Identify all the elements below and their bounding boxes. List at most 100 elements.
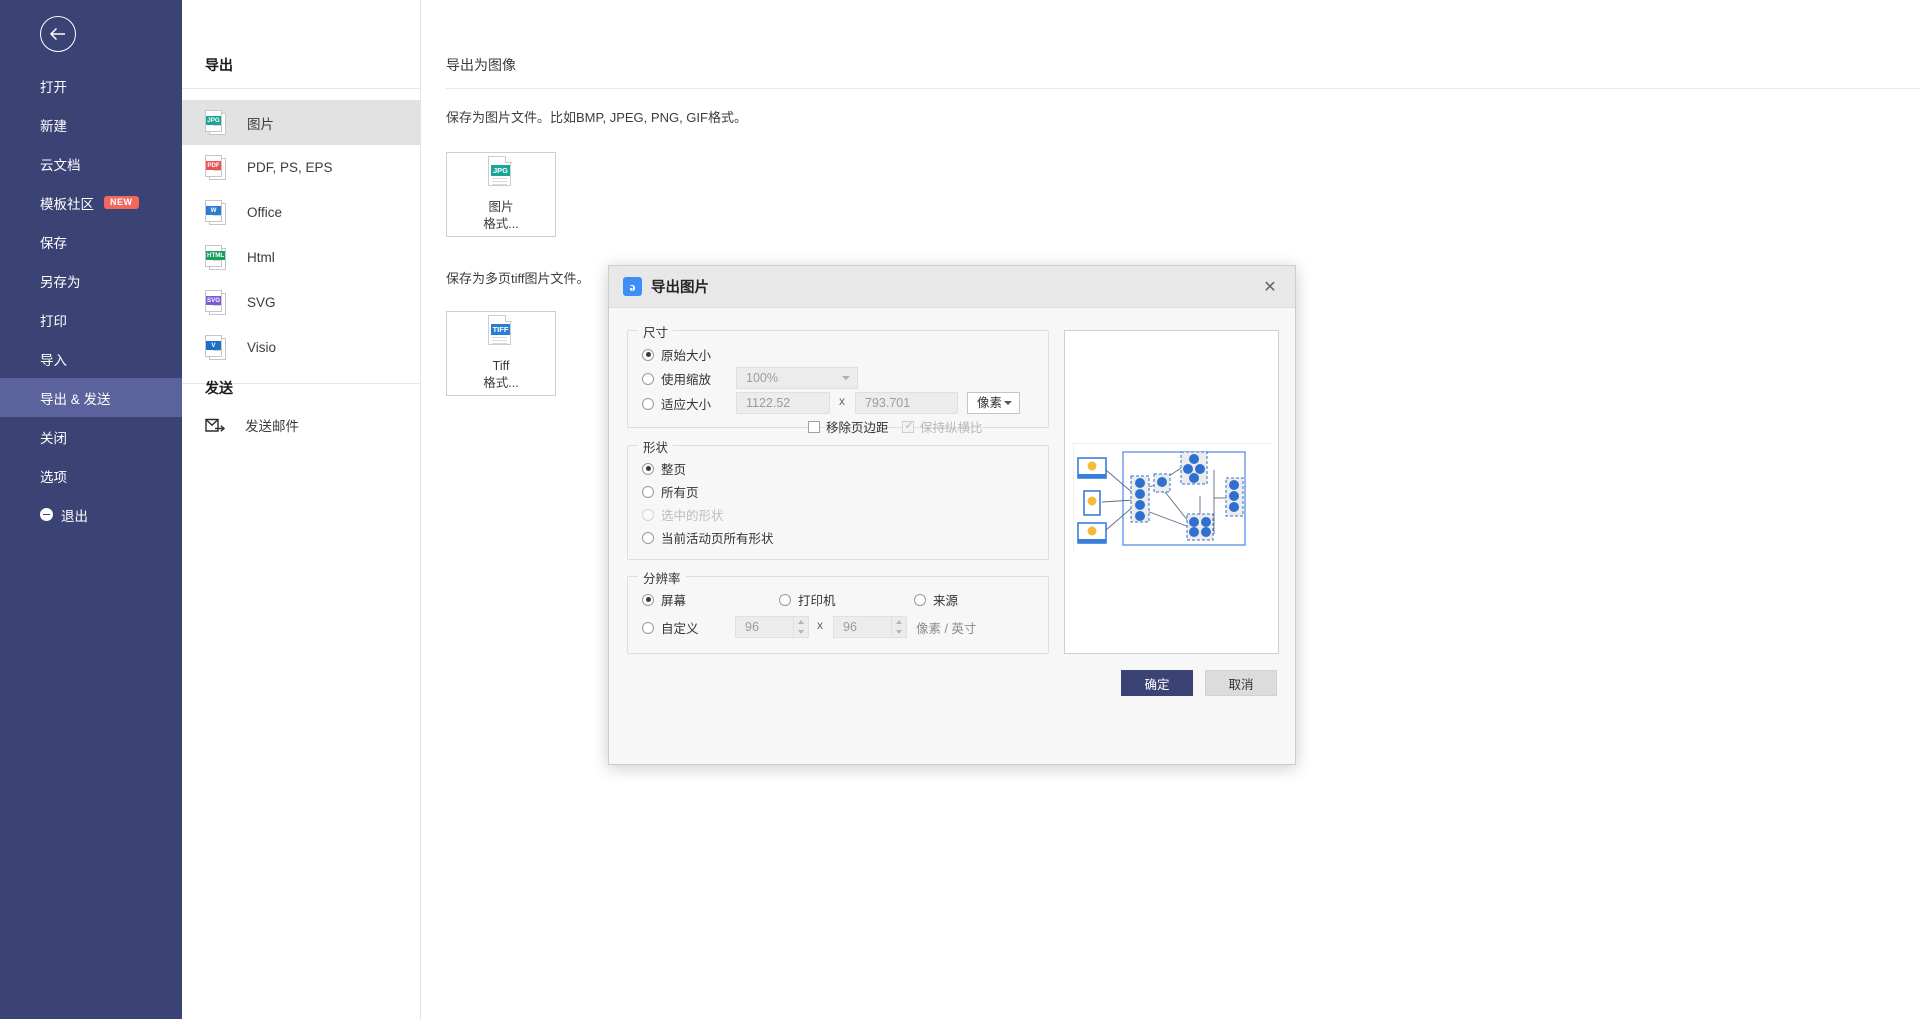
sidebar-item-print[interactable]: 打印 [0,300,182,339]
radio-icon[interactable] [642,593,654,606]
checkbox-keep-ratio: 保持纵横比 [902,417,983,436]
dialog-button-bar: 确定 取消 [609,670,1277,696]
back-arrow-icon [49,27,65,41]
export-format-label: Visio [247,340,277,355]
tiff-export-description: 保存为多页tiff图片文件。 [446,271,590,286]
export-format-item-visio[interactable]: V Visio [182,325,420,370]
radio-fit-size[interactable]: 适应大小 [642,394,711,413]
radio-original-size[interactable]: 原始大小 [642,345,711,364]
sidebar-item-label: 导入 [40,352,67,368]
size-fieldset: 尺寸 原始大小 使用缩放 100% 适应大小 1122.52 x 793.701… [627,322,1049,435]
sidebar-item-new[interactable]: 新建 [0,105,182,144]
sidebar-item-export-send[interactable]: 导出 & 发送 [0,378,182,417]
jpg-large-icon: JPG [486,156,516,190]
tiff-large-icon: TIFF [486,315,516,349]
format-tag: SVG [206,295,222,305]
radio-source[interactable]: 来源 [914,590,958,609]
sidebar-item-label: 打印 [40,313,67,329]
sidebar-item-label: 云文档 [40,157,81,173]
dialog-titlebar: ə 导出图片 ✕ [609,266,1295,308]
html-file-icon: HTML [205,244,227,271]
stepper-arrows[interactable] [891,617,906,637]
stepper-down-icon[interactable] [794,627,808,637]
app-logo-icon: ə [623,277,642,296]
radio-use-scale[interactable]: 使用缩放 [642,369,711,388]
sidebar-item-quit[interactable]: 退出 [0,495,182,534]
fit-width-input[interactable]: 1122.52 [736,392,830,414]
resolution-fieldset: 分辨率 屏幕 打印机 来源 自定义 96 x 96 像素 / 英寸 [627,568,1049,654]
sidebar-item-label: 关闭 [40,430,67,446]
radio-icon[interactable] [914,593,926,606]
radio-printer[interactable]: 打印机 [779,590,836,609]
sidebar-item-cloud-docs[interactable]: 云文档 [0,144,182,183]
radio-label: 适应大小 [661,398,712,412]
tile-line2: 格式... [483,217,519,231]
stepper-arrows[interactable] [793,617,808,637]
export-format-item-html[interactable]: HTML Html [182,235,420,280]
checkbox-label: 移除页边距 [826,421,889,435]
main-panel-title: 导出为图像 [446,57,516,73]
cancel-button[interactable]: 取消 [1205,670,1277,696]
sidebar-item-save[interactable]: 保存 [0,222,182,261]
sidebar-item-label: 选项 [40,469,67,485]
radio-active-page-shapes[interactable]: 当前活动页所有形状 [642,528,774,547]
checkbox-icon[interactable] [808,420,820,433]
radio-icon[interactable] [642,485,654,498]
sidebar-item-import[interactable]: 导入 [0,339,182,378]
size-x-separator: x [839,394,845,408]
dialog-title: 导出图片 [651,280,709,296]
sidebar-item-save-as[interactable]: 另存为 [0,261,182,300]
export-format-label: SVG [247,295,276,310]
radio-custom-dpi[interactable]: 自定义 [642,618,699,637]
sidebar-item-close[interactable]: 关闭 [0,417,182,456]
radio-icon [642,508,654,521]
radio-icon[interactable] [642,462,654,475]
format-tag: JPG [206,115,221,125]
sidebar-item-open[interactable]: 打开 [0,66,182,105]
back-button[interactable] [40,16,76,52]
send-email-item[interactable]: 发送邮件 [182,408,420,442]
radio-icon[interactable] [642,372,654,385]
sidebar-item-label: 模板社区 [40,196,94,212]
ok-button[interactable]: 确定 [1121,670,1193,696]
radio-icon[interactable] [779,593,791,606]
export-format-item-image[interactable]: JPG 图片 [182,100,420,145]
radio-icon[interactable] [642,531,654,544]
dpi-x-stepper[interactable]: 96 [735,616,809,638]
preview-thumbnail [1073,443,1272,554]
stepper-up-icon[interactable] [794,617,808,627]
dialog-close-button[interactable]: ✕ [1257,274,1283,300]
column-divider [182,88,420,89]
scale-dropdown[interactable]: 100% [736,367,858,389]
pdf-file-icon: PDF [205,154,227,181]
image-format-tile[interactable]: JPG 图片 格式... [446,152,556,237]
stepper-up-icon[interactable] [892,617,906,627]
scale-value: 100% [746,371,778,385]
size-unit-dropdown[interactable]: 像素 [967,392,1020,414]
export-format-item-pdf[interactable]: PDF PDF, PS, EPS [182,145,420,190]
tile-line1: Tiff [492,359,510,373]
radio-label: 当前活动页所有形状 [661,532,774,546]
radio-icon[interactable] [642,621,654,634]
radio-selected-shapes: 选中的形状 [642,505,724,524]
radio-all-pages[interactable]: 所有页 [642,482,699,501]
sidebar-item-template-community[interactable]: 模板社区 NEW [0,183,182,222]
chevron-down-icon [1004,401,1012,405]
dialog-body: 尺寸 原始大小 使用缩放 100% 适应大小 1122.52 x 793.701… [609,308,1295,765]
tiff-format-tile[interactable]: TIFF Tiff 格式... [446,311,556,396]
export-format-item-svg[interactable]: SVG SVG [182,280,420,325]
backstage-sidebar: 打开 新建 云文档 模板社区 NEW 保存 另存为 打印 导入 导出 & 发送 … [0,0,182,1019]
fit-height-input[interactable]: 793.701 [855,392,958,414]
radio-screen[interactable]: 屏幕 [642,590,686,609]
dpi-y-stepper[interactable]: 96 [833,616,907,638]
image-export-description: 保存为图片文件。比如BMP, JPEG, PNG, GIF格式。 [446,110,747,125]
format-tag: HTML [206,250,226,260]
export-format-item-office[interactable]: W Office [182,190,420,235]
sidebar-item-options[interactable]: 选项 [0,456,182,495]
checkbox-remove-margin[interactable]: 移除页边距 [808,417,889,436]
radio-icon[interactable] [642,397,654,410]
stepper-down-icon[interactable] [892,627,906,637]
radio-whole-page[interactable]: 整页 [642,459,686,478]
radio-icon[interactable] [642,348,654,361]
visio-file-icon: V [205,334,227,361]
